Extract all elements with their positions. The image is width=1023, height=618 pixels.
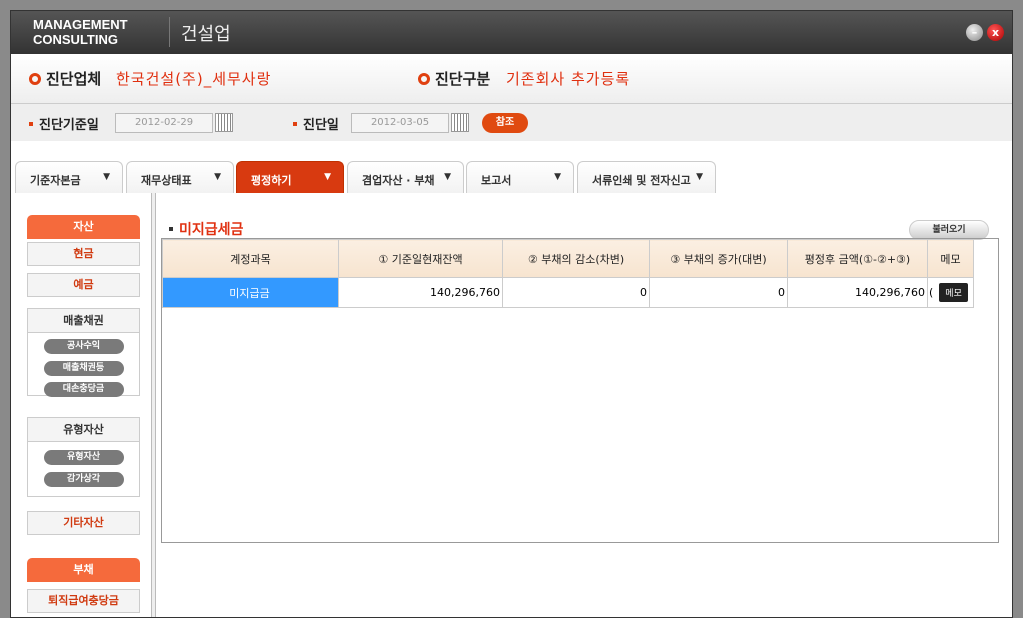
column-header: ② 부채의 감소(차변): [502, 239, 650, 278]
tab-side-business[interactable]: 겸업자산 · 부채 ▼: [347, 161, 464, 193]
tab-label: 평정하기: [251, 174, 292, 187]
tab-label: 기준자본금: [30, 174, 81, 187]
memo-mark: (: [929, 286, 934, 299]
base-date-input[interactable]: 2012-02-29: [115, 113, 213, 133]
sidebar-subitem[interactable]: 유형자산: [43, 450, 124, 465]
chevron-down-icon: ▼: [214, 172, 221, 182]
ring-icon: [29, 73, 41, 85]
type-value: 기존회사 추가등록: [506, 70, 631, 88]
group-title[interactable]: 매출채권: [28, 309, 139, 333]
sidebar-subitem[interactable]: 감가상각: [43, 472, 124, 487]
memo-cell: ( 메모: [927, 277, 974, 308]
sidebar-item-deposit[interactable]: 예금: [27, 273, 140, 297]
company-label-text: 진단업체: [46, 70, 102, 88]
company-value: 한국건설(주)_세무사랑: [116, 70, 272, 88]
data-grid: 계정과목 ① 기준일현재잔액 ② 부채의 감소(차변) ③ 부채의 증가(대변)…: [161, 238, 999, 543]
tab-evaluation[interactable]: 평정하기 ▼: [236, 161, 344, 193]
base-date-label: 진단기준일: [29, 114, 99, 133]
tab-report[interactable]: 보고서 ▼: [466, 161, 574, 193]
chevron-down-icon: ▼: [324, 172, 331, 182]
close-button[interactable]: x: [987, 24, 1004, 41]
sidebar-group-receivables: 매출채권 공사수익 매출채권등 대손충당금: [27, 308, 140, 397]
main-panel: 미지급세금 불러오기 계정과목 ① 기준일현재잔액 ② 부채의 감소(차변) ③…: [157, 193, 1012, 617]
app-window: MANAGEMENT CONSULTING 건설업 – x 진단업체 한국건설(주…: [10, 10, 1013, 618]
chevron-down-icon: ▼: [554, 172, 561, 182]
table-header: 계정과목 ① 기준일현재잔액 ② 부채의 감소(차변) ③ 부채의 증가(대변)…: [162, 239, 974, 278]
tab-label: 서류인쇄 및 전자신고: [592, 174, 691, 187]
base-balance-cell[interactable]: 140,296,760: [338, 277, 503, 308]
sidebar-header-assets[interactable]: 자산: [27, 215, 140, 239]
sidebar-header-liabilities[interactable]: 부채: [27, 558, 140, 582]
sidebar-item-other-assets[interactable]: 기타자산: [27, 511, 140, 535]
info-bar: 진단업체 한국건설(주)_세무사랑 진단구분 기존회사 추가등록: [11, 54, 1012, 104]
tab-label: 보고서: [481, 174, 512, 187]
chevron-down-icon: ▼: [444, 172, 451, 182]
increase-cell[interactable]: 0: [649, 277, 788, 308]
type-label-text: 진단구분: [435, 70, 491, 88]
column-header: ① 기준일현재잔액: [338, 239, 503, 278]
sidebar-subitem[interactable]: 공사수익: [43, 339, 124, 354]
calendar-icon[interactable]: [215, 113, 233, 132]
logo-line2: CONSULTING: [33, 32, 118, 47]
account-table: 계정과목 ① 기준일현재잔액 ② 부채의 감소(차변) ③ 부채의 증가(대변)…: [162, 239, 974, 308]
column-header: ③ 부채의 증가(대변): [649, 239, 788, 278]
calendar-icon[interactable]: [451, 113, 469, 132]
minimize-button[interactable]: –: [966, 24, 983, 41]
diag-date-input[interactable]: 2012-03-05: [351, 113, 449, 133]
column-header: 메모: [927, 239, 974, 278]
diag-date-label: 진단일: [293, 114, 339, 133]
tab-print-efile[interactable]: 서류인쇄 및 전자신고 ▼: [577, 161, 716, 193]
section-title: 미지급세금: [169, 219, 243, 239]
column-header: 계정과목: [162, 239, 339, 278]
tab-balance-sheet[interactable]: 재무상태표 ▼: [126, 161, 234, 193]
title-bar: MANAGEMENT CONSULTING 건설업 – x: [11, 11, 1012, 54]
tab-base-capital[interactable]: 기준자본금 ▼: [15, 161, 123, 193]
chevron-down-icon: ▼: [696, 172, 703, 182]
tab-label: 재무상태표: [141, 174, 192, 187]
after-amount-cell: 140,296,760: [787, 277, 928, 308]
group-title[interactable]: 유형자산: [28, 418, 139, 442]
sidebar-group-tangible: 유형자산 유형자산 감가상각: [27, 417, 140, 497]
chevron-down-icon: ▼: [103, 172, 110, 182]
column-header: 평정후 금액(①-②+③): [787, 239, 928, 278]
ring-icon: [418, 73, 430, 85]
sidebar-item-retirement[interactable]: 퇴직급여충당금: [27, 589, 140, 613]
load-button[interactable]: 불러오기: [909, 220, 989, 240]
type-label: 진단구분: [418, 68, 490, 89]
app-title: 건설업: [181, 24, 231, 45]
decrease-cell[interactable]: 0: [502, 277, 650, 308]
splitter[interactable]: [152, 193, 156, 617]
sidebar-subitem[interactable]: 대손충당금: [43, 382, 124, 397]
sidebar: 자산 현금 예금 매출채권 공사수익 매출채권등 대손충당금 유형자산 유형자산…: [11, 193, 152, 617]
account-cell[interactable]: 미지급금: [162, 277, 339, 308]
company-label: 진단업체: [29, 68, 101, 89]
memo-button[interactable]: 메모: [939, 283, 968, 302]
sidebar-subitem[interactable]: 매출채권등: [43, 361, 124, 376]
sidebar-item-cash[interactable]: 현금: [27, 242, 140, 266]
reference-button[interactable]: 참조: [482, 113, 528, 133]
table-row[interactable]: 미지급금 140,296,760 0 0 140,296,760 ( 메모: [162, 277, 974, 308]
divider: [169, 17, 170, 47]
logo-line1: MANAGEMENT: [33, 17, 128, 32]
logo: MANAGEMENT CONSULTING: [33, 17, 128, 47]
date-bar: 진단기준일 2012-02-29 진단일 2012-03-05 참조: [11, 104, 1012, 141]
tab-label: 겸업자산 · 부채: [362, 174, 435, 187]
